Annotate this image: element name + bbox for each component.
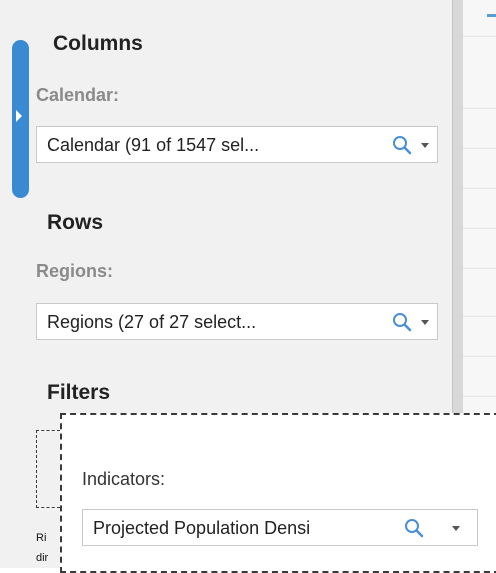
regions-select[interactable]: Regions (27 of 27 select... xyxy=(36,303,438,340)
magnifier-icon[interactable] xyxy=(404,518,424,538)
columns-section-title: Columns xyxy=(53,32,143,55)
report-grid-line xyxy=(463,316,496,317)
calendar-label: Calendar: xyxy=(36,85,120,105)
filter-hint-text: Ri xyxy=(36,532,47,544)
indicators-select[interactable]: Projected Population Densi xyxy=(82,509,478,546)
filter-drop-placeholder xyxy=(36,430,60,508)
filters-section-title: Filters xyxy=(47,381,111,404)
filter-hint-text: dir xyxy=(36,552,49,564)
indicators-label: Indicators: xyxy=(82,469,166,489)
dragged-filter-item[interactable]: Indicators: Projected Population Densi xyxy=(60,413,496,573)
indicators-select-value: Projected Population Densi xyxy=(93,518,311,538)
report-grid-line xyxy=(463,36,496,37)
report-grid-line xyxy=(463,148,496,149)
report-grid-line xyxy=(463,228,496,229)
magnifier-icon[interactable] xyxy=(392,135,412,155)
triangle-right-icon[interactable] xyxy=(16,110,22,122)
caret-down-icon[interactable] xyxy=(421,320,429,325)
caret-down-icon[interactable] xyxy=(452,526,460,531)
calendar-select-value: Calendar (91 of 1547 sel... xyxy=(47,135,260,155)
regions-label: Regions: xyxy=(36,261,114,281)
caret-down-icon[interactable] xyxy=(421,143,429,148)
magnifier-icon[interactable] xyxy=(392,312,412,332)
calendar-select[interactable]: Calendar (91 of 1547 sel... xyxy=(36,126,438,163)
report-grid-line xyxy=(463,396,496,397)
report-grid-line xyxy=(463,268,496,269)
regions-select-value: Regions (27 of 27 select... xyxy=(47,312,257,332)
rows-section-title: Rows xyxy=(47,211,104,234)
report-header-accent xyxy=(487,14,496,17)
report-grid-line xyxy=(463,356,496,357)
report-grid-line xyxy=(463,108,496,109)
report-grid-line xyxy=(463,188,496,189)
